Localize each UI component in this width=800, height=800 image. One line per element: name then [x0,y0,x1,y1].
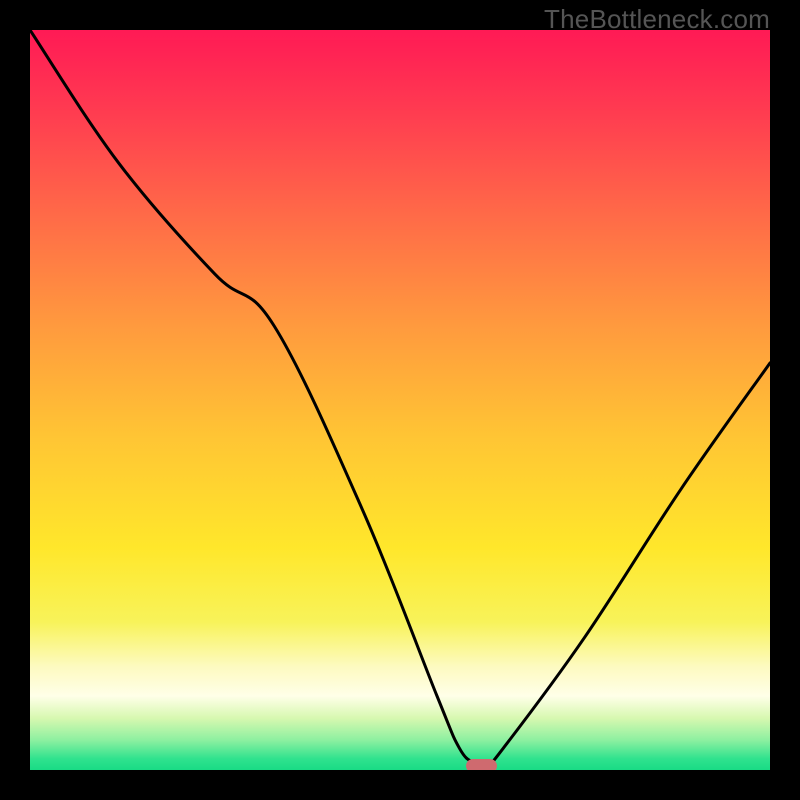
optimal-point-marker [466,759,497,770]
bottleneck-curve [30,30,770,770]
chart-frame: TheBottleneck.com [0,0,800,800]
plot-area [30,30,770,770]
